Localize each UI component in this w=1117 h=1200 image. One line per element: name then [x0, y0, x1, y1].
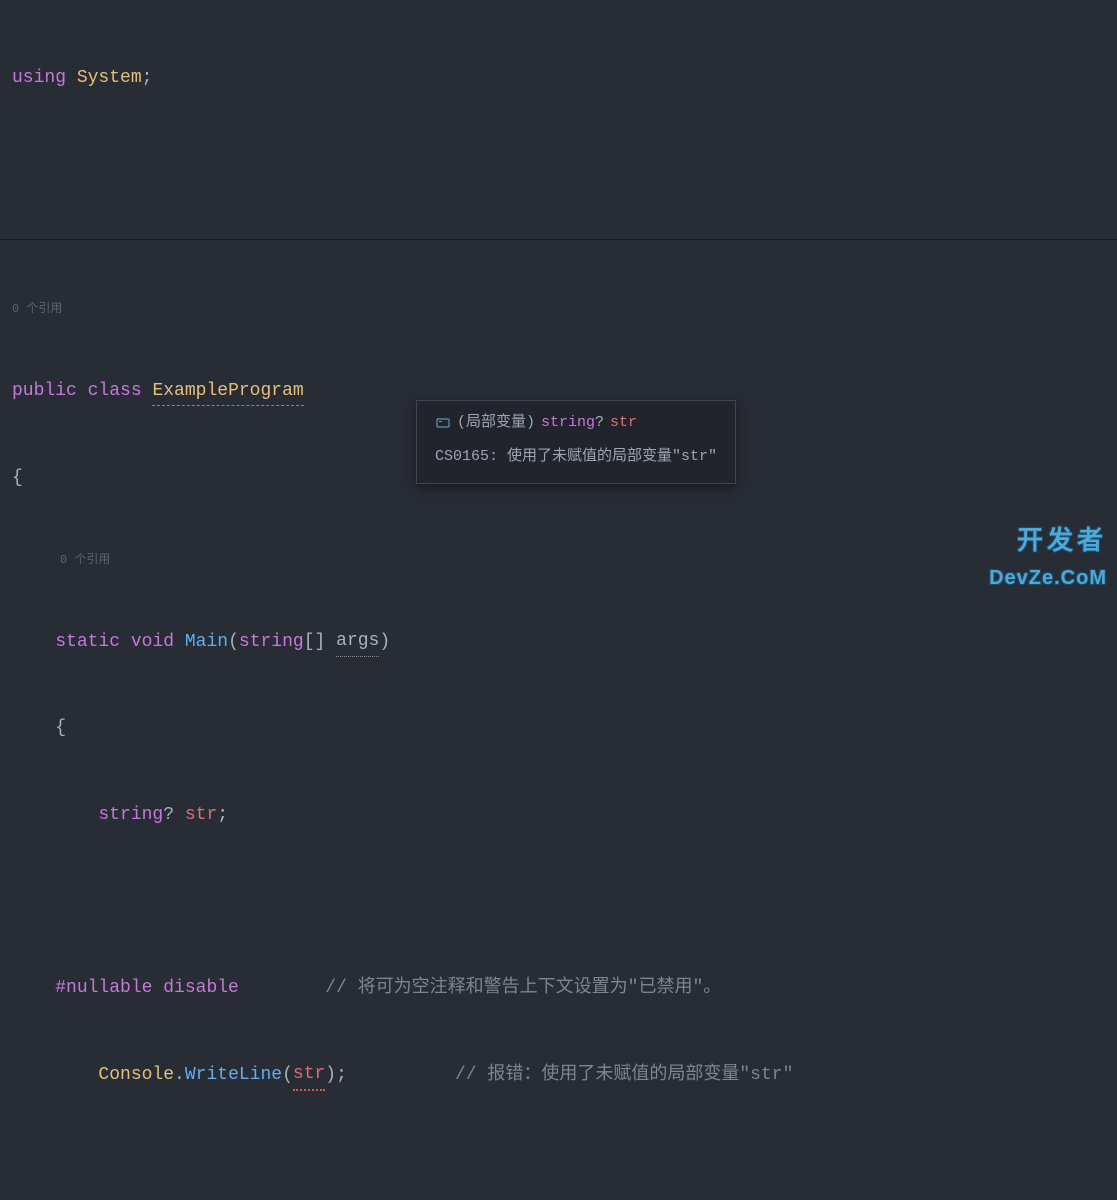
param-args: args: [336, 627, 379, 657]
class-console: Console: [98, 1061, 174, 1090]
keyword-void: void: [131, 628, 174, 657]
code-line-empty[interactable]: [0, 150, 1117, 179]
pragma-nullable-disable: #nullable disable: [55, 974, 239, 1003]
codelens-class-references[interactable]: 0 个引用: [0, 299, 1117, 319]
tooltip-error-message: CS0165: 使用了未赋值的局部变量"str": [435, 445, 717, 469]
intellisense-tooltip: (局部变量) string? str CS0165: 使用了未赋值的局部变量"s…: [416, 400, 736, 484]
watermark-text-bottom: DevZe.CoM: [989, 562, 1107, 594]
type-string: string: [98, 801, 163, 830]
code-line[interactable]: static void Main(string[] args): [0, 628, 1117, 657]
code-line-empty[interactable]: [0, 1147, 1117, 1176]
variable-str-error[interactable]: str: [293, 1060, 325, 1091]
variable-str: str: [185, 801, 217, 830]
keyword-public: public: [12, 377, 77, 406]
method-main: Main: [185, 628, 228, 657]
code-line[interactable]: string? str;: [0, 801, 1117, 830]
keyword-static: static: [55, 628, 120, 657]
watermark: 开发者 DevZe.CoM: [989, 520, 1107, 594]
class-name: ExampleProgram: [152, 377, 303, 407]
code-line[interactable]: #nullable disable // 将可为空注释和警告上下文设置为"已禁用…: [0, 974, 1117, 1003]
type-string: string: [239, 628, 304, 657]
method-writeline: WriteLine: [185, 1061, 282, 1090]
tooltip-type: string: [541, 414, 595, 431]
tooltip-kind-label: (局部变量): [457, 411, 535, 435]
semicolon: ;: [142, 64, 153, 93]
code-line[interactable]: Console.WriteLine(str); // 报错：使用了未赋值的局部变…: [0, 1061, 1117, 1090]
comment: // 报错：使用了未赋值的局部变量"str": [455, 1061, 793, 1090]
tooltip-var-name: str: [610, 411, 637, 435]
variable-icon: [435, 415, 451, 431]
tooltip-signature: (局部变量) string? str: [435, 411, 717, 435]
watermark-text-top: 开发者: [989, 520, 1107, 562]
namespace-system: System: [77, 64, 142, 93]
code-line[interactable]: {: [0, 714, 1117, 743]
brace-open: {: [12, 464, 23, 493]
code-line[interactable]: using System;: [0, 64, 1117, 93]
comment: // 将可为空注释和警告上下文设置为"已禁用"。: [325, 974, 721, 1003]
codelens-method-references[interactable]: 0 个引用: [0, 550, 1117, 570]
keyword-using: using: [12, 64, 66, 93]
code-editor[interactable]: using System; 0 个引用 public class Example…: [0, 0, 1117, 1200]
code-line-empty[interactable]: [0, 888, 1117, 917]
keyword-class: class: [88, 377, 142, 406]
